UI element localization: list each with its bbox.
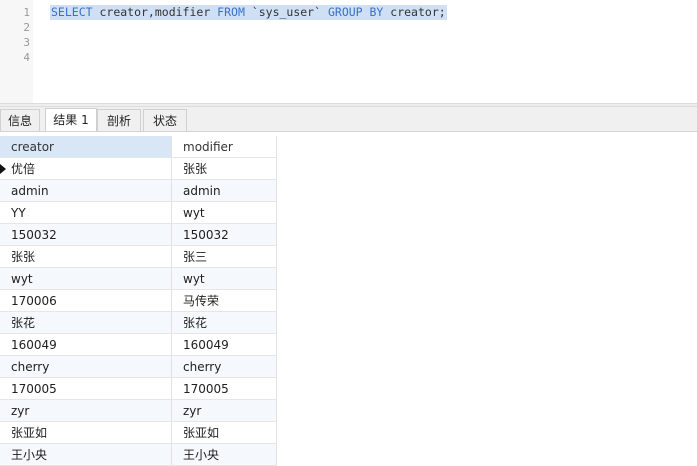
table-row[interactable]: 王小央 王小央 (0, 444, 277, 466)
cell-modifier[interactable]: 张张 (172, 158, 277, 180)
table-row[interactable]: 优倍 张张 (0, 158, 277, 180)
cell-creator[interactable]: 150032 (0, 224, 172, 246)
tab-info[interactable]: 信息 (0, 109, 40, 131)
tab-result-1[interactable]: 结果 1 (45, 108, 97, 131)
cell-creator[interactable]: wyt (0, 268, 172, 290)
cell-modifier[interactable]: 张三 (172, 246, 277, 268)
result-grid[interactable]: creator modifier 优倍 张张 admin admin YY wyt 1500… (0, 136, 277, 466)
cell-modifier[interactable]: 150032 (172, 224, 277, 246)
cell-creator[interactable]: 张花 (0, 312, 172, 334)
column-header-modifier[interactable]: modifier (172, 136, 277, 158)
table-row[interactable]: 张花 张花 (0, 312, 277, 334)
line-number: 3 (23, 36, 30, 49)
cell-creator[interactable]: admin (0, 180, 172, 202)
cell-modifier[interactable]: cherry (172, 356, 277, 378)
cell-creator[interactable]: cherry (0, 356, 172, 378)
table-row[interactable]: 150032 150032 (0, 224, 277, 246)
sql-keyword-select: SELECT (51, 5, 93, 19)
table-row[interactable]: wyt wyt (0, 268, 277, 290)
cell-modifier[interactable]: 张亚如 (172, 422, 277, 444)
cell-modifier[interactable]: 张花 (172, 312, 277, 334)
table-row[interactable]: 160049 160049 (0, 334, 277, 356)
cell-modifier[interactable]: wyt (172, 202, 277, 224)
cell-creator[interactable]: 张亚如 (0, 422, 172, 444)
table-row[interactable]: admin admin (0, 180, 277, 202)
result-tab-bar: 信息 结果 1 剖析 状态 (0, 107, 697, 132)
cell-modifier[interactable]: 马传荣 (172, 290, 277, 312)
table-row[interactable]: 170005 170005 (0, 378, 277, 400)
cell-modifier[interactable]: admin (172, 180, 277, 202)
cell-modifier[interactable]: 160049 (172, 334, 277, 356)
tab-status[interactable]: 状态 (143, 109, 187, 131)
tab-profile[interactable]: 剖析 (97, 109, 141, 131)
line-number: 1 (23, 6, 30, 19)
cell-creator[interactable]: zyr (0, 400, 172, 422)
sql-tail: creator; (383, 5, 446, 19)
cell-modifier[interactable]: wyt (172, 268, 277, 290)
cell-modifier[interactable]: zyr (172, 400, 277, 422)
cell-creator[interactable]: 160049 (0, 334, 172, 356)
sql-editor[interactable]: 1 2 3 4 SELECT creator,modifier FROM `sy… (0, 0, 697, 103)
sql-columns: creator,modifier (92, 5, 218, 19)
cell-creator[interactable]: 优倍 (0, 158, 172, 180)
column-header-creator[interactable]: creator (0, 136, 172, 158)
sql-query-line[interactable]: SELECT creator,modifier FROM `sys_user` … (50, 5, 447, 20)
cell-creator[interactable]: 170006 (0, 290, 172, 312)
table-row[interactable]: cherry cherry (0, 356, 277, 378)
cell-creator[interactable]: 王小央 (0, 444, 172, 466)
cell-modifier[interactable]: 王小央 (172, 444, 277, 466)
table-row[interactable]: YY wyt (0, 202, 277, 224)
table-row[interactable]: 170006 马传荣 (0, 290, 277, 312)
sql-keyword-group-by: GROUP BY (327, 5, 384, 19)
cell-modifier[interactable]: 170005 (172, 378, 277, 400)
cell-creator[interactable]: 张张 (0, 246, 172, 268)
table-row[interactable]: zyr zyr (0, 400, 277, 422)
grid-header-row: creator modifier (0, 136, 277, 158)
line-number: 4 (23, 51, 30, 64)
line-number-gutter: 1 2 3 4 (0, 0, 33, 103)
cell-creator[interactable]: YY (0, 202, 172, 224)
cell-creator[interactable]: 170005 (0, 378, 172, 400)
line-number: 2 (23, 21, 30, 34)
sql-keyword-from: FROM (217, 5, 245, 19)
sql-table: `sys_user` (244, 5, 328, 19)
table-row[interactable]: 张张 张三 (0, 246, 277, 268)
table-row[interactable]: 张亚如 张亚如 (0, 422, 277, 444)
